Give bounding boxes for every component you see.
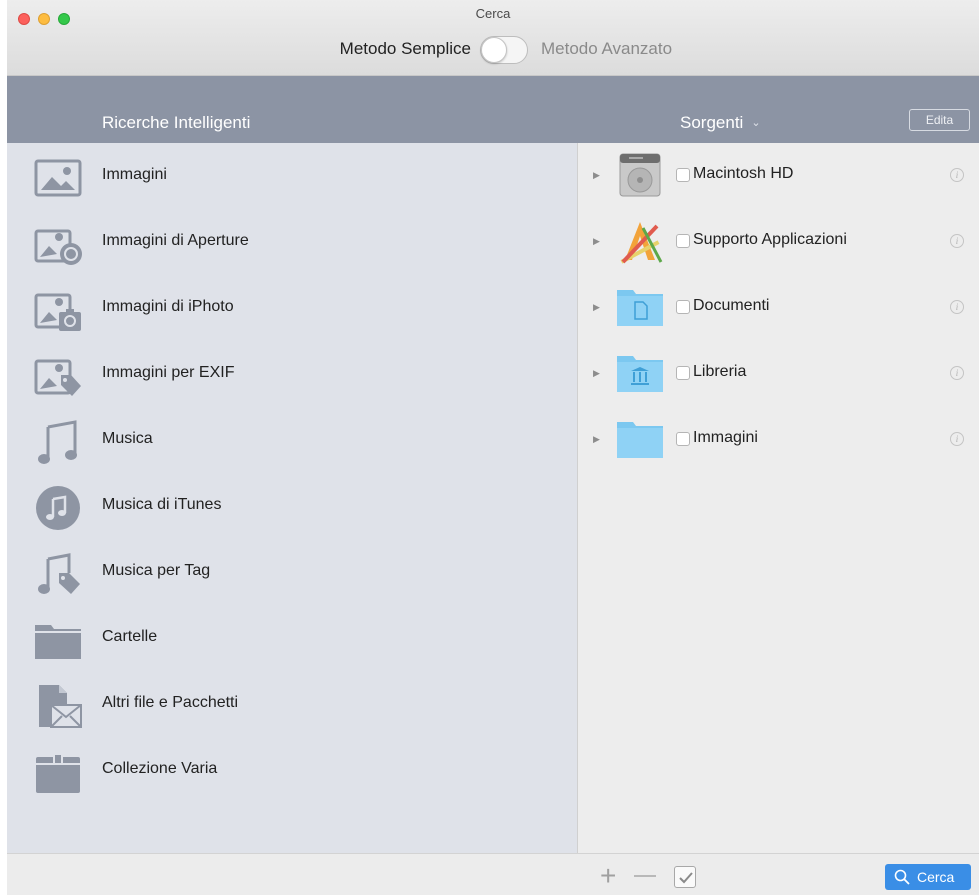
hard-disk-icon [619, 153, 661, 197]
disclosure-triangle-icon[interactable]: ▶ [593, 368, 600, 379]
applications-icon [620, 222, 663, 264]
smart-search-label: Immagini di iPhoto [102, 298, 234, 315]
disclosure-triangle-icon[interactable]: ▶ [593, 434, 600, 445]
checkmark-icon [679, 872, 693, 884]
smart-search-label: Immagini per EXIF [102, 364, 235, 381]
library-folder-icon [617, 356, 663, 392]
image-icon [34, 159, 82, 197]
chevron-down-icon: ⌄ [751, 117, 761, 129]
source-checkbox[interactable] [676, 168, 690, 182]
smart-search-item[interactable]: Immagini di iPhoto [7, 275, 577, 341]
smart-search-item[interactable]: Musica di iTunes [7, 473, 577, 539]
smart-searches-title: Ricerche Intelligenti [102, 113, 251, 132]
toggle-knob [481, 37, 507, 63]
source-row[interactable]: ▶ Immagini i [578, 407, 979, 473]
smart-search-item[interactable]: Altri file e Pacchetti [7, 671, 577, 737]
smart-search-item[interactable]: Immagini per EXIF [7, 341, 577, 407]
source-label: Supporto Applicazioni [693, 231, 847, 248]
smart-searches-list: Immagini Immagini di Aperture Immagini d… [7, 143, 577, 853]
exif-images-icon [34, 359, 81, 396]
search-window: Cerca Metodo Semplice Metodo Avanzato Ri… [7, 0, 979, 895]
title-bar: Cerca Metodo Semplice Metodo Avanzato [7, 0, 979, 76]
smart-search-label: Musica [102, 430, 153, 447]
music-tag-icon [38, 553, 80, 594]
source-checkbox[interactable] [676, 366, 690, 380]
source-checkbox[interactable] [676, 432, 690, 446]
box-icon [36, 755, 80, 793]
section-header-bar: Ricerche Intelligenti Sorgenti ⌄ Edita [7, 76, 979, 143]
edit-button[interactable]: Edita [909, 109, 970, 131]
info-icon[interactable]: i [950, 432, 964, 446]
sources-title: Sorgenti [680, 113, 744, 132]
pictures-folder-icon [617, 422, 663, 458]
source-label: Documenti [693, 297, 770, 314]
mode-toggle[interactable] [480, 36, 528, 64]
documents-folder-icon [617, 290, 663, 326]
info-icon[interactable]: i [950, 168, 964, 182]
source-row[interactable]: ▶ Libreria i [578, 341, 979, 407]
music-note-icon [38, 420, 77, 464]
search-button[interactable]: Cerca [885, 864, 971, 890]
window-title: Cerca [475, 6, 511, 21]
iphoto-images-icon [34, 293, 81, 331]
aperture-images-icon [34, 229, 82, 265]
smart-search-item[interactable]: Musica [7, 407, 577, 473]
advanced-mode-label[interactable]: Metodo Avanzato [541, 39, 672, 59]
folder-icon [35, 625, 81, 659]
smart-search-item[interactable]: Collezione Varia [7, 737, 577, 803]
source-checkbox[interactable] [676, 300, 690, 314]
smart-search-label: Collezione Varia [102, 760, 218, 777]
source-checkbox[interactable] [676, 234, 690, 248]
smart-search-label: Immagini [102, 166, 167, 183]
file-package-icon [39, 685, 82, 728]
smart-search-item[interactable]: Musica per Tag [7, 539, 577, 605]
source-row[interactable]: ▶ Supporto Applicazioni i [578, 209, 979, 275]
disclosure-triangle-icon[interactable]: ▶ [593, 302, 600, 313]
search-button-label: Cerca [917, 869, 955, 885]
sources-list: ▶ Macintosh HD i ▶ Supporto Applicazioni [577, 143, 979, 853]
remove-source-button[interactable] [634, 875, 656, 877]
smart-search-label: Musica di iTunes [102, 496, 222, 513]
info-icon[interactable]: i [950, 300, 964, 314]
smart-search-item[interactable]: Cartelle [7, 605, 577, 671]
source-label: Macintosh HD [693, 165, 794, 182]
smart-search-label: Musica per Tag [102, 562, 211, 579]
disclosure-triangle-icon[interactable]: ▶ [593, 236, 600, 247]
smart-search-item[interactable]: Immagini di Aperture [7, 209, 577, 275]
smart-search-label: Immagini di Aperture [102, 232, 249, 249]
add-source-button[interactable]: + [600, 860, 616, 892]
info-icon[interactable]: i [950, 366, 964, 380]
search-icon [894, 869, 910, 885]
source-label: Immagini [693, 429, 758, 446]
source-row[interactable]: ▶ Documenti i [578, 275, 979, 341]
smart-search-item[interactable]: Immagini [7, 143, 577, 209]
source-row[interactable]: ▶ Macintosh HD i [578, 143, 979, 209]
bottom-toolbar: + Cerca [7, 853, 979, 895]
itunes-icon [36, 486, 80, 530]
select-all-checkbox[interactable] [674, 866, 696, 888]
sources-dropdown[interactable]: Sorgenti ⌄ [680, 113, 761, 133]
info-icon[interactable]: i [950, 234, 964, 248]
smart-search-label: Altri file e Pacchetti [102, 694, 239, 711]
simple-mode-label[interactable]: Metodo Semplice [7, 39, 471, 59]
source-label: Libreria [693, 363, 747, 380]
smart-search-label: Cartelle [102, 628, 158, 645]
disclosure-triangle-icon[interactable]: ▶ [593, 170, 600, 181]
